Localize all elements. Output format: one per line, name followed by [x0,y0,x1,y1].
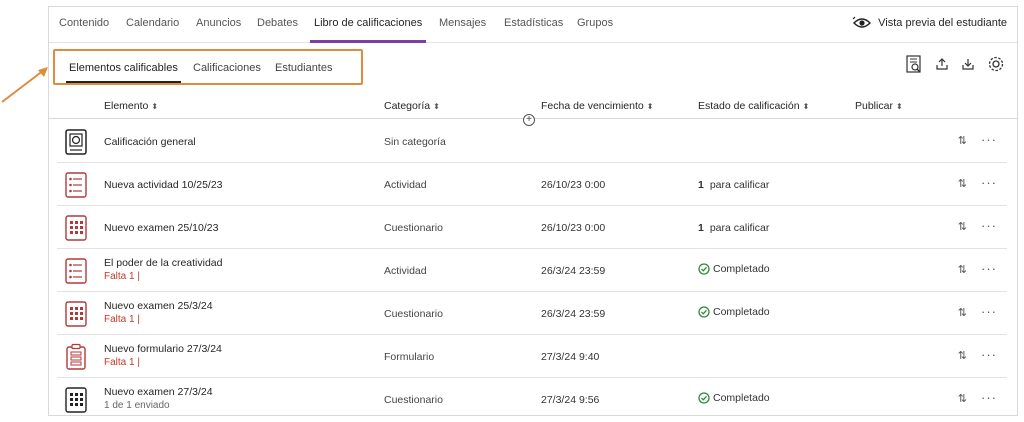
more-options-icon[interactable]: ··· [981,175,997,190]
student-preview-button[interactable]: Vista previa del estudiante [852,16,1007,30]
gradebook-panel: Contenido Calendario Anuncios Debates Li… [48,6,1018,416]
sort-icon: ⬍ [646,102,654,111]
sort-icon: ⬍ [151,102,159,111]
item-due-date: 27/3/24 9:56 [541,394,600,406]
subtab-calificaciones[interactable]: Calificaciones [193,62,261,74]
download-icon[interactable] [961,57,975,71]
check-circle-icon [698,392,710,404]
sort-icon: ⬍ [895,102,903,111]
tab-grupos[interactable]: Grupos [577,17,613,29]
item-missing-count[interactable]: Falta 1 | [104,314,140,325]
check-circle-icon [698,263,710,275]
item-due-date: 27/3/24 9:40 [541,351,600,363]
table-row[interactable]: Nuevo examen 25/3/24 Falta 1 | Cuestiona… [57,292,1007,335]
more-options-icon[interactable]: ··· [981,218,997,233]
header-estado-calificacion[interactable]: Estado de calificación ⬍ [698,100,809,112]
table-row[interactable]: Nuevo examen 27/3/24 1 de 1 enviado Cues… [57,378,1007,421]
header-publicar[interactable]: Publicar ⬍ [855,100,903,112]
more-options-icon[interactable]: ··· [981,390,997,405]
table-row[interactable]: Nueva actividad 10/25/23 Actividad 26/10… [57,163,1007,206]
more-options-icon[interactable]: ··· [981,261,997,276]
item-category: Formulario [384,351,435,363]
item-category: Actividad [384,179,427,191]
reorder-icon[interactable]: ⇅ [958,306,967,319]
item-name[interactable]: Nueva actividad 10/25/23 [104,179,223,191]
table-row[interactable]: Nuevo examen 25/10/23 Cuestionario 26/10… [57,206,1007,249]
item-name[interactable]: Nuevo examen 27/3/24 [104,386,213,398]
tab-mensajes[interactable]: Mensajes [439,17,486,29]
item-due-date: 26/10/23 0:00 [541,179,606,191]
item-grading-status[interactable]: 1 para calificar [698,222,769,234]
subtab-estudiantes[interactable]: Estudiantes [275,62,332,74]
eye-refresh-icon [852,16,872,28]
item-grading-status: Completado [698,263,770,275]
item-due-date: 26/3/24 23:59 [541,265,606,277]
activity-icon [65,258,87,284]
table-row[interactable]: Calificación general Sin categoría ⇅ ··· [57,120,1007,163]
item-grading-status: Completado [698,392,770,404]
more-options-icon[interactable]: ··· [981,347,997,362]
more-options-icon[interactable]: ··· [981,304,997,319]
form-icon [66,343,86,370]
tab-libro-de-calificaciones[interactable]: Libro de calificaciones [309,17,427,43]
item-missing-count[interactable]: Falta 1 | [104,271,140,282]
annotation-arrow [1,67,48,103]
reorder-icon[interactable]: ⇅ [958,392,967,405]
upload-icon[interactable] [935,57,949,71]
item-due-date: 26/10/23 0:00 [541,222,606,234]
item-name[interactable]: Nuevo examen 25/3/24 [104,300,213,312]
activity-icon [65,172,87,198]
item-category: Cuestionario [384,222,443,234]
sort-icon: ⬍ [802,102,810,111]
settings-gear-icon[interactable] [987,55,1005,73]
check-circle-icon [698,306,710,318]
subtab-elementos-calificables[interactable]: Elementos calificables [66,62,181,83]
item-name[interactable]: Nuevo formulario 27/3/24 [104,343,222,355]
item-due-date: 26/3/24 23:59 [541,308,606,320]
exam-icon [65,387,87,413]
exam-icon [65,215,87,241]
item-submission-count: 1 de 1 enviado [104,400,170,411]
item-category: Actividad [384,265,427,277]
item-missing-count[interactable]: Falta 1 | [104,357,140,368]
more-options-icon[interactable]: ··· [981,132,997,147]
item-name[interactable]: El poder de la creatividad [104,257,223,269]
gradebook-toolbar [905,55,1005,73]
tab-debates[interactable]: Debates [257,17,298,29]
table-row[interactable]: El poder de la creatividad Falta 1 | Act… [57,249,1007,292]
search-report-icon[interactable] [905,55,923,73]
tab-calendario[interactable]: Calendario [126,17,179,29]
header-elemento[interactable]: Elemento ⬍ [104,100,158,112]
tab-contenido[interactable]: Contenido [59,17,109,29]
item-category: Cuestionario [384,394,443,406]
table-row[interactable]: Nuevo formulario 27/3/24 Falta 1 | Formu… [57,335,1007,378]
item-name[interactable]: Nuevo examen 25/10/23 [104,222,218,234]
reorder-icon[interactable]: ⇅ [958,349,967,362]
reorder-icon[interactable]: ⇅ [958,220,967,233]
reorder-icon[interactable]: ⇅ [958,177,967,190]
reorder-icon[interactable]: ⇅ [958,263,967,276]
student-preview-label: Vista previa del estudiante [878,17,1007,29]
item-category: Cuestionario [384,308,443,320]
sort-icon: ⬍ [433,102,440,111]
item-grading-status[interactable]: 1 para calificar [698,179,769,191]
item-category: Sin categoría [384,136,446,148]
item-name[interactable]: Calificación general [104,136,196,148]
course-nav: Contenido Calendario Anuncios Debates Li… [49,7,1017,43]
reorder-icon[interactable]: ⇅ [958,134,967,147]
tab-anuncios[interactable]: Anuncios [196,17,241,29]
tab-estadisticas[interactable]: Estadísticas [504,17,563,29]
gradebook-subtabs: Elementos calificables Calificaciones Es… [53,49,363,85]
item-grading-status: Completado [698,306,770,318]
header-fecha-vencimiento[interactable]: Fecha de vencimiento ⬍ [541,100,653,112]
exam-icon [65,301,87,327]
header-categoria[interactable]: Categoría ⬍ [384,100,440,112]
overall-grade-icon [65,129,87,155]
